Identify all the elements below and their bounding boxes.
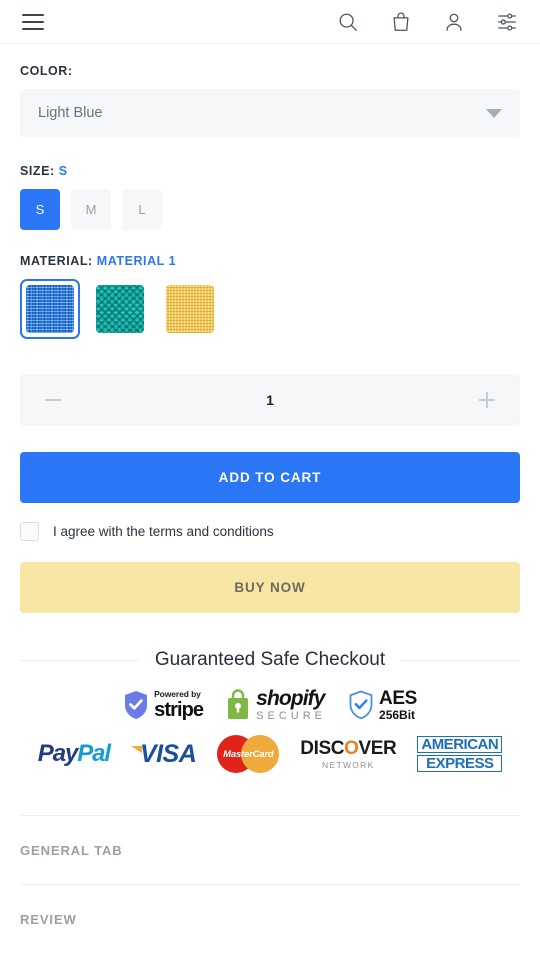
shopify-wordmark: shopify SECURE [256, 688, 326, 722]
discover-name-text: DISCOVER [300, 739, 396, 758]
trust-badges-row-1: Powered by stripe shopify SECURE AES 256… [20, 688, 520, 722]
blue-woven-texture [26, 285, 74, 333]
hamburger-line [22, 20, 44, 23]
paypal-logo: PayPal [37, 740, 111, 768]
aes-bits-text: 256Bit [379, 708, 416, 722]
teal-chevron-texture [96, 285, 144, 333]
material-swatch-1[interactable] [20, 279, 80, 339]
quantity-block: 1 [20, 339, 520, 426]
discover-o-text: O [344, 737, 359, 759]
stripe-powered-by-text: Powered by [154, 689, 201, 700]
search-icon[interactable] [337, 11, 359, 33]
buy-now-button[interactable]: BUY NOW [20, 562, 520, 613]
paypal-pay-text: Pay [37, 740, 79, 767]
material-swatch-2[interactable] [90, 279, 150, 339]
stripe-wordmark: Powered by stripe [154, 689, 204, 721]
general-tab[interactable]: GENERAL TAB [20, 815, 520, 884]
color-label: COLOR: [20, 64, 520, 78]
size-options-row: S M L [20, 189, 520, 230]
safe-checkout-section: Guaranteed Safe Checkout Powered by stri… [20, 613, 521, 773]
filter-settings-icon[interactable] [496, 11, 518, 33]
terms-label: I agree with the terms and conditions [53, 524, 274, 539]
aes-badge: AES 256Bit [348, 689, 417, 721]
shopping-bag-icon[interactable] [390, 11, 412, 33]
material-options-row [20, 279, 520, 339]
amex-logo: AMERICAN EXPRESS [417, 736, 503, 772]
app-header [0, 0, 540, 44]
material-label-text: MATERIAL: [20, 254, 93, 268]
terms-agreement-row[interactable]: I agree with the terms and conditions [20, 522, 520, 541]
quantity-value: 1 [266, 392, 274, 408]
material-option-block: MATERIAL: Material 1 [20, 230, 520, 339]
shopify-name-text: shopify [256, 687, 325, 710]
mastercard-text: MasterCard [223, 748, 274, 760]
discover-disc-text: DISC [300, 737, 345, 759]
size-label-text: SIZE: [20, 164, 55, 178]
mastercard-logo: MasterCard [217, 735, 280, 773]
discover-ver-text: VER [358, 737, 397, 759]
material-selected-value: Material 1 [96, 254, 177, 268]
aes-name-text: AES [379, 688, 417, 709]
quantity-increase-button[interactable] [476, 389, 498, 411]
hamburger-menu-icon[interactable] [22, 13, 44, 30]
amex-express-text: EXPRESS [417, 755, 503, 772]
discover-logo: DISCOVER NETWORK [300, 739, 396, 770]
amex-american-text: AMERICAN [417, 736, 503, 753]
hamburger-line [22, 27, 44, 30]
quantity-stepper: 1 [20, 374, 520, 426]
user-account-icon[interactable] [443, 11, 465, 33]
review-tab[interactable]: REVIEW [20, 884, 520, 953]
paypal-pal-text: Pal [77, 740, 111, 767]
shield-check-icon [125, 691, 148, 719]
quantity-decrease-button[interactable] [42, 389, 64, 411]
padlock-bag-icon [228, 689, 249, 719]
visa-text: VISA [139, 739, 197, 768]
color-option-block: COLOR: Light Blue [20, 44, 520, 137]
product-info-tabs: GENERAL TAB REVIEW [20, 815, 520, 953]
size-selected-value: S [58, 164, 68, 178]
divider-line-left [20, 659, 139, 661]
terms-checkbox[interactable] [20, 522, 39, 541]
header-icon-group [337, 11, 518, 33]
safe-checkout-heading: Guaranteed Safe Checkout [20, 649, 521, 671]
color-select[interactable]: Light Blue [20, 89, 520, 137]
aes-wordmark: AES 256Bit [379, 689, 417, 721]
size-option-m[interactable]: M [71, 189, 111, 230]
color-label-text: COLOR: [20, 64, 73, 78]
yellow-woven-texture [166, 285, 214, 333]
shopify-secure-badge: shopify SECURE [225, 688, 326, 722]
size-option-block: SIZE: S S M L [20, 137, 520, 230]
add-to-cart-button[interactable]: ADD TO CART [20, 452, 520, 503]
shopify-secure-text: SECURE [256, 710, 327, 722]
chevron-down-icon [486, 108, 502, 118]
material-swatch-3[interactable] [160, 279, 220, 339]
trust-badges-row-2: PayPal VISA MasterCard DISCOVER NETWORK … [20, 735, 520, 773]
stripe-name-text: stripe [154, 698, 204, 721]
discover-network-text: NETWORK [322, 759, 375, 770]
size-label: SIZE: S [20, 164, 520, 178]
material-label: MATERIAL: Material 1 [20, 254, 520, 268]
size-option-l[interactable]: L [122, 189, 162, 230]
stripe-badge: Powered by stripe [123, 689, 204, 721]
shield-check-outline-icon [349, 690, 373, 720]
hamburger-line [22, 13, 44, 16]
color-selected-value: Light Blue [38, 105, 103, 121]
divider-line-right [401, 659, 521, 661]
safe-checkout-title: Guaranteed Safe Checkout [154, 649, 386, 670]
size-option-s[interactable]: S [20, 189, 60, 230]
product-options-panel: COLOR: Light Blue SIZE: S S M L MATERIAL… [0, 44, 540, 953]
visa-logo: VISA [130, 739, 197, 769]
